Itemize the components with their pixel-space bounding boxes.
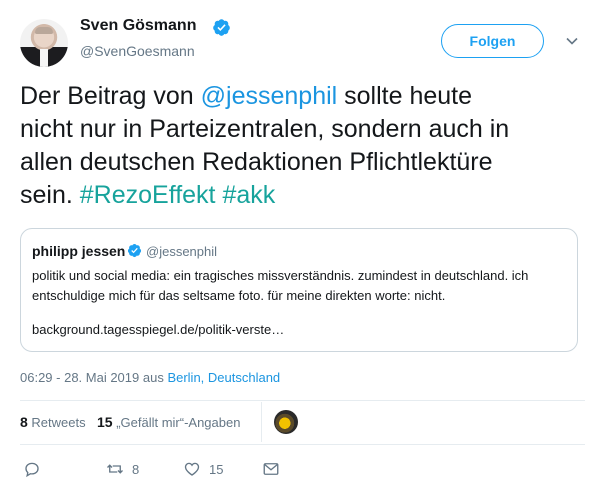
heart-icon: [184, 462, 200, 476]
tweet-text-line: nicht nur in Parteizentralen, sondern au…: [20, 115, 510, 143]
reply-icon: [25, 462, 39, 478]
verified-badge-icon: [213, 19, 230, 36]
tweet-text-segment: sollte heute: [337, 82, 473, 110]
tweet-text: Der Beitrag von @jessenphil sollte heute…: [20, 80, 585, 212]
tweet-text-line: allen deutschen Redaktionen Pflichtlektü…: [20, 148, 493, 176]
divider: [20, 400, 585, 401]
tweet-text-segment: sein.: [20, 181, 80, 209]
quoted-text-line: politik und social media: ein tragisches…: [32, 268, 529, 283]
verified-badge-icon: [127, 243, 142, 258]
retweets-stat[interactable]: 8 Retweets: [20, 414, 86, 430]
author-display-name[interactable]: Sven Gösmann: [80, 17, 196, 35]
follow-button[interactable]: Folgen: [441, 24, 544, 58]
hashtag-link[interactable]: #RezoEffekt: [80, 181, 216, 209]
divider: [20, 444, 585, 445]
tweet-text-segment: Der Beitrag von: [20, 82, 201, 110]
likes-count: 15: [97, 414, 113, 430]
divider: [261, 402, 262, 442]
quoted-tweet-text: politik und social media: ein tragisches…: [32, 266, 562, 306]
likes-label: „Gefällt mir“-Angaben: [112, 415, 241, 430]
retweet-icon: [107, 464, 123, 474]
quoted-author-handle: @jessenphil: [146, 244, 218, 259]
author-handle[interactable]: @SvenGoesmann: [80, 43, 195, 59]
author-avatar[interactable]: [20, 19, 68, 67]
likes-stat[interactable]: 15 „Gefällt mir“-Angaben: [97, 414, 240, 430]
retweets-count: 8: [20, 414, 28, 430]
timestamp-text[interactable]: 06:29 - 28. Mai 2019 aus: [20, 370, 167, 385]
hashtag-link[interactable]: #akk: [222, 181, 275, 209]
location-link[interactable]: Berlin, Deutschland: [167, 370, 280, 385]
envelope-icon: [263, 463, 279, 475]
retweets-label: Retweets: [27, 415, 86, 430]
liker-avatar[interactable]: [274, 410, 298, 434]
quoted-tweet-link[interactable]: background.tagesspiegel.de/politik-verst…: [32, 322, 284, 337]
retweet-count: 8: [132, 461, 140, 477]
chevron-down-icon[interactable]: [565, 34, 579, 48]
mention-link[interactable]: @jessenphil: [201, 82, 338, 110]
like-count: 15: [209, 461, 224, 477]
quoted-text-line: entschuldige mich für das seltsame foto.…: [32, 288, 446, 303]
reply-button[interactable]: [23, 458, 49, 480]
direct-message-button[interactable]: [262, 458, 280, 480]
quoted-author-name: philipp jessen: [32, 243, 126, 259]
tweet-timestamp: 06:29 - 28. Mai 2019 aus Berlin, Deutsch…: [20, 370, 280, 385]
like-button[interactable]: 15: [183, 458, 223, 480]
retweet-button[interactable]: 8: [106, 458, 139, 480]
